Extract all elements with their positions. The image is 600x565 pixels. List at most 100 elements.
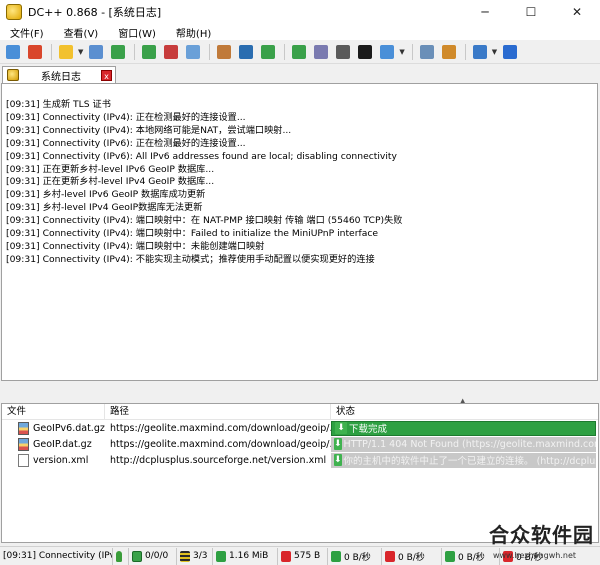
download-speed-value: 0 B/秒 (344, 552, 371, 563)
notes-icon (441, 44, 456, 59)
queue-button[interactable] (108, 43, 128, 61)
help-icon (503, 44, 518, 59)
upload-speed-icon (385, 550, 395, 562)
dropdown-arrow-icon[interactable]: ▼ (78, 48, 83, 56)
toolbar-separator (209, 43, 211, 60)
pane-splitter[interactable]: ▲ (0, 383, 600, 405)
path-cell: https://geolite.maxmind.com/download/geo… (110, 438, 331, 450)
status-bar-fail: ⬇ HTTP/1.1 404 Not Found (https://geolite… (331, 436, 596, 452)
connect-button[interactable] (3, 43, 23, 61)
search-spy-button[interactable] (236, 43, 256, 61)
search-button[interactable] (183, 43, 203, 61)
file-name: version.xml (33, 454, 89, 466)
open-filelist-button[interactable] (258, 43, 278, 61)
column-status[interactable]: 状态 (331, 404, 598, 420)
recents-button[interactable] (355, 43, 375, 61)
favorites-star-button[interactable] (56, 43, 76, 61)
recents-icon (358, 44, 373, 59)
status-cell: ⬇ 你的主机中的软件中止了一个已建立的连接。 (http://dcplus... (331, 452, 598, 468)
refresh-filelist-icon (336, 44, 351, 59)
download-limit-value: 0 B/秒 (458, 552, 485, 563)
own-filelist-icon (292, 44, 307, 59)
download-limit-icon (445, 550, 455, 562)
finished-uploads-button[interactable] (161, 43, 181, 61)
download-speed-icon (331, 550, 341, 562)
refresh-filelist-button[interactable] (333, 43, 353, 61)
status-text: HTTP/1.1 404 Not Found (https://geolite.… (343, 438, 596, 450)
toolbar: ▼ ▼ ▼ (0, 40, 600, 64)
status-bar-ok: ⬇ 下载完成 (331, 420, 596, 436)
status-cell: ⬇ HTTP/1.1 404 Not Found (https://geolite… (331, 436, 598, 452)
toolbar-separator (464, 43, 466, 60)
queue-icon (111, 44, 126, 59)
match-queue-icon (314, 44, 329, 59)
open-filelist-icon (261, 44, 276, 59)
download-arrow-icon (216, 550, 226, 562)
maximize-button[interactable]: ☐ (508, 0, 554, 24)
tab-row: 系统日志 x (0, 65, 600, 83)
favorites-star-icon (59, 44, 73, 59)
upload-speed: 0 B/秒 (382, 547, 442, 565)
menu-window[interactable]: 窗口(W) (108, 25, 166, 40)
log-line: [09:31] Connectivity (IPv4): 正在检测最好的连接设置… (6, 111, 246, 123)
column-file[interactable]: 文件 (2, 403, 105, 420)
network-button[interactable] (470, 43, 490, 61)
users-button[interactable] (86, 43, 106, 61)
file-cell: GeoIPv6.dat.gz (2, 421, 105, 435)
watermark-url: www.hezhongwh.net (492, 551, 576, 560)
minimize-button[interactable]: ─ (462, 0, 508, 24)
table-row[interactable]: version.xml http://dcplusplus.sourceforge… (2, 452, 598, 468)
path-cell: https://geolite.maxmind.com/download/geo… (110, 422, 331, 434)
reconnect-button[interactable] (25, 43, 45, 61)
tab-close-icon[interactable]: x (101, 69, 112, 81)
status-bar-fail: ⬇ 你的主机中的软件中止了一个已建立的连接。 (http://dcplus... (331, 452, 596, 468)
user-icon (116, 550, 122, 562)
download-status-icon: ⬇ (335, 422, 347, 434)
log-line: [09:31] Connectivity (IPv4): 端口映射中：在 NAT… (6, 215, 403, 227)
download-limit[interactable]: 0 B/秒 (442, 547, 500, 565)
document-file-icon (18, 453, 29, 467)
match-queue-button[interactable] (311, 43, 331, 61)
toolbar-separator (284, 43, 286, 60)
slot-count-value: 3/3 (193, 551, 208, 561)
notepad-icon (380, 44, 395, 59)
dropdown-arrow-icon[interactable]: ▼ (492, 48, 497, 56)
hub-icon (132, 550, 142, 562)
log-line: [09:31] Connectivity (IPv4): 端口映射中：未能创建端… (6, 240, 265, 252)
away-toggle[interactable] (113, 547, 129, 565)
menu-help[interactable]: 帮助(H) (166, 25, 221, 40)
menu-file[interactable]: 文件(F) (0, 25, 54, 40)
tab-label: 系统日志 (41, 71, 81, 83)
column-path[interactable]: 路径 (105, 403, 331, 420)
path-cell: http://dcplusplus.sourceforge.net/versio… (110, 454, 327, 466)
system-log-text[interactable]: [09:31] 生成新 TLS 证书 [09:31] Connectivity (… (1, 83, 598, 381)
tab-system-log[interactable]: 系统日志 x (2, 66, 116, 83)
status-text: 你的主机中的软件中止了一个已建立的连接。 (http://dcplus... (343, 456, 596, 467)
log-line: [09:31] 正在更新乡村-level IPv4 GeoIP 数据库... (6, 176, 215, 188)
file-cell: GeoIP.dat.gz (2, 437, 105, 451)
log-line: [09:31] Connectivity (IPv4): 本地网络可能是NAT，… (6, 124, 292, 136)
search-icon (186, 44, 201, 59)
network-icon (472, 44, 487, 59)
help-button[interactable] (500, 43, 520, 61)
settings-gear-button[interactable] (417, 43, 437, 61)
file-cell: version.xml (2, 453, 105, 467)
watermark-logo: 合众软件园 (489, 523, 594, 547)
notepad-button[interactable] (377, 43, 397, 61)
menu-view[interactable]: 查看(V) (54, 25, 109, 40)
table-row[interactable]: GeoIPv6.dat.gz https://geolite.maxmind.co… (2, 420, 598, 436)
window-title: DC++ 0.868 - [系统日志] (28, 6, 162, 19)
finished-downloads-button[interactable] (139, 43, 159, 61)
log-line: [09:31] Connectivity (IPv6): All IPv6 ad… (6, 150, 397, 162)
own-filelist-button[interactable] (289, 43, 309, 61)
log-line: [09:31] Connectivity (IPv4): 不能实现主动模式；推荐… (6, 253, 375, 265)
log-line: [09:31] 正在更新乡村-level IPv6 GeoIP 数据库... (6, 163, 215, 175)
downloaded-value: 1.16 MiB (229, 551, 269, 561)
adl-search-button[interactable] (214, 43, 234, 61)
table-row[interactable]: GeoIP.dat.gz https://geolite.maxmind.com/… (2, 436, 598, 452)
close-button[interactable]: ✕ (554, 0, 600, 24)
log-line: [09:31] Connectivity (IPv6): 正在检测最好的连接设置… (6, 137, 246, 149)
dropdown-arrow-icon[interactable]: ▼ (399, 48, 404, 56)
file-name: GeoIPv6.dat.gz (33, 422, 105, 434)
notes-button[interactable] (439, 43, 459, 61)
